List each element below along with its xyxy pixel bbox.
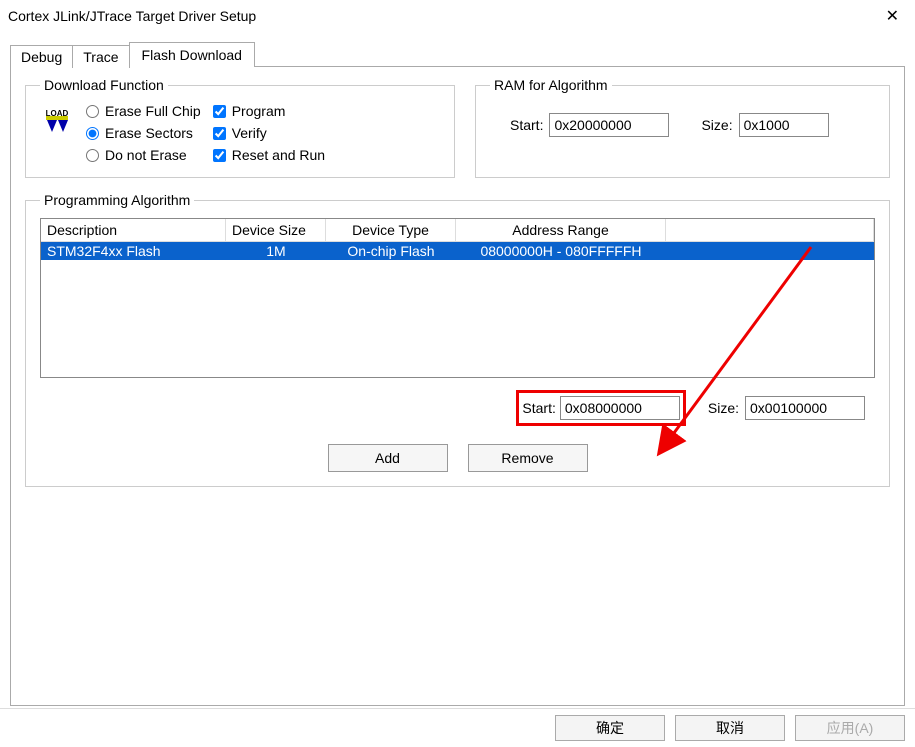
close-icon[interactable]: ✕: [880, 6, 905, 26]
prog-start-label: Start:: [522, 400, 555, 416]
download-function-group: Download Function LOAD Erase Full Chip E…: [25, 77, 455, 178]
check-reset-run[interactable]: Reset and Run: [213, 147, 325, 163]
ram-start-label: Start:: [510, 117, 543, 133]
ram-size-label: Size:: [701, 117, 732, 133]
ram-algorithm-legend: RAM for Algorithm: [490, 77, 612, 93]
col-spacer: [666, 219, 874, 241]
window-title: Cortex JLink/JTrace Target Driver Setup: [8, 8, 256, 24]
col-device-type[interactable]: Device Type: [326, 219, 456, 241]
download-function-legend: Download Function: [40, 77, 168, 93]
ram-size-input[interactable]: [739, 113, 829, 137]
prog-size-input[interactable]: [745, 396, 865, 420]
col-description[interactable]: Description: [41, 219, 226, 241]
radio-erase-full[interactable]: Erase Full Chip: [86, 103, 201, 119]
radio-erase-sectors[interactable]: Erase Sectors: [86, 125, 201, 141]
algorithm-table[interactable]: Description Device Size Device Type Addr…: [40, 218, 875, 378]
ram-algorithm-group: RAM for Algorithm Start: Size:: [475, 77, 890, 178]
tab-strip: Debug Trace Flash Download: [10, 42, 905, 67]
check-program[interactable]: Program: [213, 103, 325, 119]
add-button[interactable]: Add: [328, 444, 448, 472]
tab-debug[interactable]: Debug: [10, 45, 73, 68]
programming-algorithm-legend: Programming Algorithm: [40, 192, 194, 208]
load-icon: LOAD: [40, 103, 74, 137]
col-address-range[interactable]: Address Range: [456, 219, 666, 241]
ram-start-input[interactable]: [549, 113, 669, 137]
tab-panel: Download Function LOAD Erase Full Chip E…: [10, 66, 905, 706]
check-verify[interactable]: Verify: [213, 125, 325, 141]
dialog-button-bar: 确定 取消 应用(A): [0, 708, 915, 747]
cell-description: STM32F4xx Flash: [41, 242, 226, 260]
highlight-box: Start:: [516, 390, 685, 426]
cell-address-range: 08000000H - 080FFFFFH: [456, 242, 666, 260]
radio-do-not-erase[interactable]: Do not Erase: [86, 147, 201, 163]
apply-button[interactable]: 应用(A): [795, 715, 905, 741]
prog-start-input[interactable]: [560, 396, 680, 420]
cell-device-type: On-chip Flash: [326, 242, 456, 260]
table-row[interactable]: STM32F4xx Flash 1M On-chip Flash 0800000…: [41, 242, 874, 260]
prog-size-label: Size:: [708, 400, 739, 416]
ok-button[interactable]: 确定: [555, 715, 665, 741]
cancel-button[interactable]: 取消: [675, 715, 785, 741]
tab-trace[interactable]: Trace: [72, 45, 129, 68]
remove-button[interactable]: Remove: [468, 444, 588, 472]
programming-algorithm-group: Programming Algorithm Description Device…: [25, 192, 890, 487]
col-device-size[interactable]: Device Size: [226, 219, 326, 241]
cell-device-size: 1M: [226, 242, 326, 260]
tab-flash-download[interactable]: Flash Download: [129, 42, 255, 67]
